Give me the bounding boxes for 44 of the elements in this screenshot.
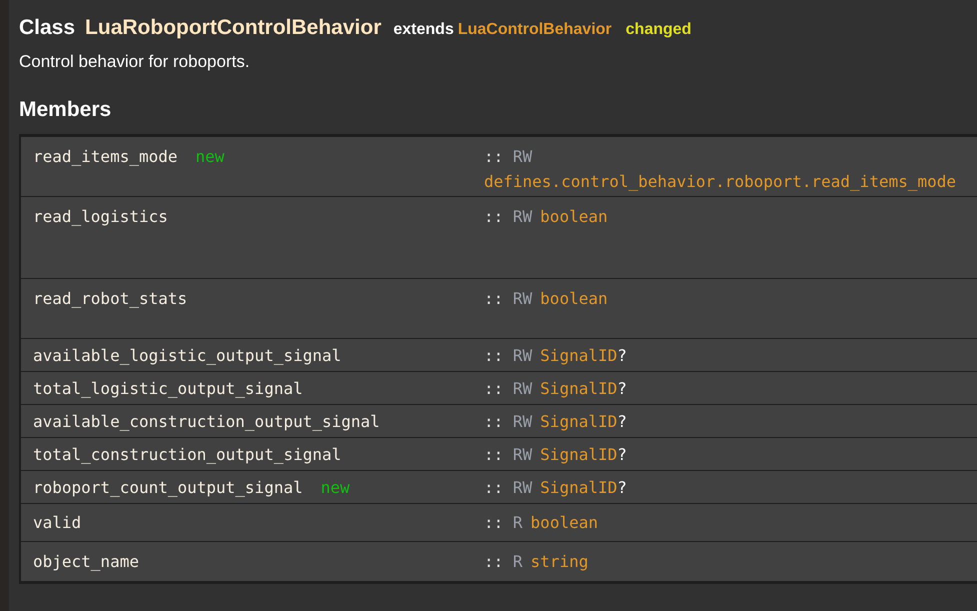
type-link[interactable]: SignalID	[540, 478, 618, 496]
extends-label: extends	[393, 21, 454, 39]
type-link[interactable]: boolean	[540, 289, 608, 308]
section-heading: Members	[19, 98, 112, 122]
type-link[interactable]: boolean	[530, 513, 598, 532]
optional-mark: ?	[617, 478, 627, 496]
member-name: read_items_mode	[33, 147, 178, 166]
optional-mark: ?	[617, 346, 627, 364]
access-label: :: R	[484, 513, 523, 532]
type-link[interactable]: SignalID	[540, 412, 618, 430]
access-label: :: RW	[484, 412, 532, 430]
access-label: :: R	[484, 552, 523, 571]
optional-mark: ?	[617, 412, 627, 430]
type-link[interactable]: SignalID	[540, 378, 618, 398]
member-name: total_logistic_output_signal	[33, 378, 303, 398]
access-label: :: RW	[484, 346, 532, 364]
type-link[interactable]: SignalID	[540, 346, 618, 364]
optional-mark: ?	[617, 444, 627, 464]
type-link[interactable]: boolean	[540, 207, 608, 226]
changed-tag: changed	[626, 21, 692, 39]
class-label: Class	[19, 16, 76, 40]
access-label: :: RW	[484, 147, 532, 166]
new-tag: new	[320, 478, 350, 496]
type-link[interactable]: defines.control_behavior.roboport.read_items_mode	[484, 172, 956, 190]
access-label: :: RW	[484, 289, 532, 308]
member-name: available_logistic_output_signal	[33, 346, 342, 364]
type-link[interactable]: SignalID	[540, 444, 618, 464]
member-name: object_name	[33, 552, 139, 571]
parent-class-link[interactable]: LuaControlBehavior	[458, 21, 612, 39]
member-name: read_logistics	[33, 207, 168, 226]
type-link[interactable]: string	[530, 552, 588, 571]
access-label: :: RW	[484, 444, 532, 464]
member-name: roboport_count_output_signal	[33, 478, 303, 496]
access-label: :: RW	[484, 478, 532, 496]
member-name: available_construction_output_signal	[33, 412, 380, 430]
class-description: Control behavior for roboports.	[19, 52, 251, 72]
new-tag: new	[196, 147, 224, 166]
access-label: :: RW	[484, 378, 532, 398]
optional-mark: ?	[617, 378, 627, 398]
member-name: read_robot_stats	[33, 289, 188, 308]
access-label: :: RW	[484, 207, 532, 226]
class-name: LuaRoboportControlBehavior	[85, 16, 382, 40]
member-name: valid	[33, 513, 82, 532]
member-name: total_construction_output_signal	[33, 444, 342, 464]
